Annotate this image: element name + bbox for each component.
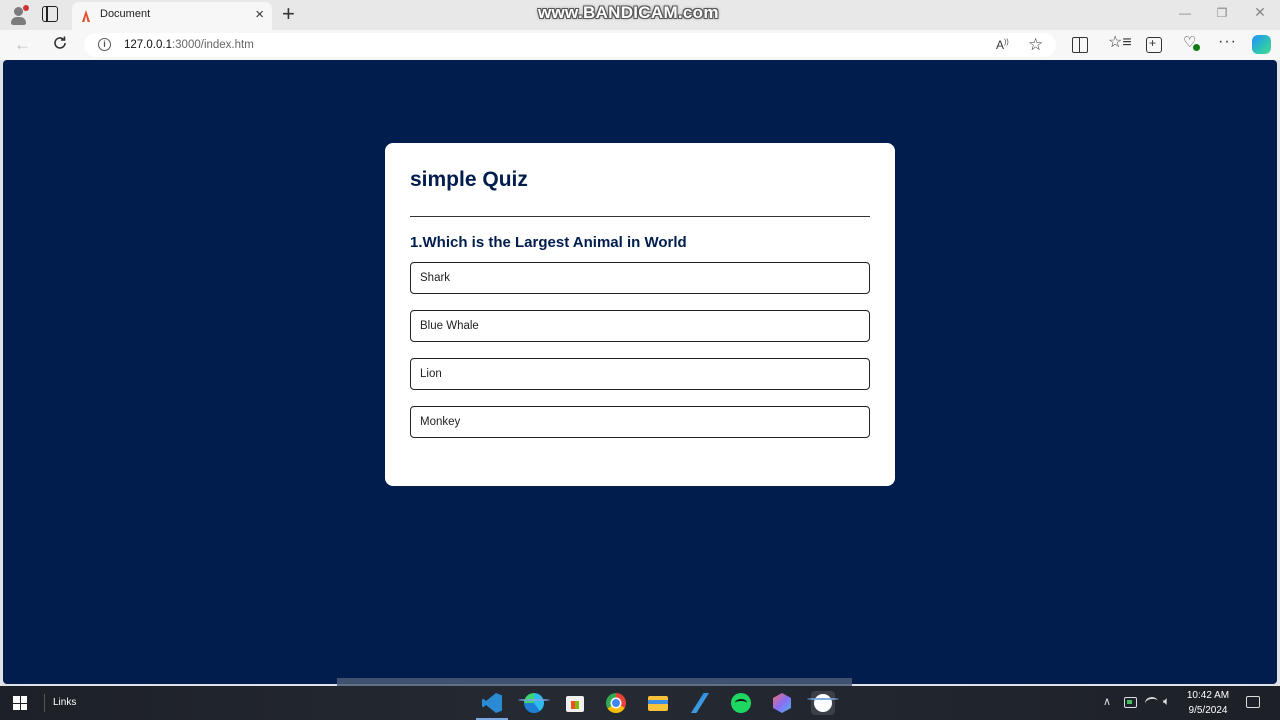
wifi-icon[interactable] [1144,695,1159,710]
site-info-icon[interactable]: i [98,38,111,51]
new-tab-button[interactable]: + [282,1,295,27]
browser-toolbar: ← i 127.0.0.1:3000/index.htm A)) ☆ ☆≡ ♡ … [0,30,1280,60]
answer-button-lion[interactable]: Lion [410,358,870,390]
recording-watermark: www.BANDICAM.com [538,3,719,22]
split-screen-icon[interactable] [1072,37,1088,53]
page-viewport: simple Quiz 1.Which is the Largest Anima… [3,60,1277,684]
html5-favicon-icon [80,10,92,22]
bandicam-icon[interactable] [807,691,839,715]
links-toolbar[interactable]: Links [53,697,76,708]
file-explorer-icon[interactable] [646,691,670,715]
back-icon[interactable]: ← [14,35,31,55]
windows-start-icon[interactable] [13,696,27,710]
question-text: 1.Which is the Largest Animal in World [410,234,687,251]
read-aloud-icon[interactable]: A)) [996,38,1009,52]
pen-app-icon[interactable] [688,691,712,715]
collections-icon[interactable] [1146,36,1162,53]
spotify-icon[interactable] [729,691,753,715]
edge-icon[interactable] [518,691,550,715]
address-bar[interactable]: i 127.0.0.1:3000/index.htm A)) ☆ [84,33,1056,57]
taskbar-thumbnail-preview [337,678,852,686]
browser-essentials-icon[interactable]: ♡ [1183,34,1200,51]
show-hidden-icons-chevron-up-icon[interactable]: ∧ [1103,695,1111,708]
favorites-icon[interactable]: ☆≡ [1108,34,1132,51]
minimize-window-button[interactable]: — [1177,6,1193,20]
copilot-icon[interactable] [1252,35,1271,54]
clock-time[interactable]: 10:42 AM [1180,690,1236,701]
chrome-icon[interactable] [604,691,628,715]
close-window-button[interactable]: ✕ [1252,4,1268,21]
battery-icon[interactable] [1124,697,1137,708]
profile-avatar-icon[interactable] [8,4,30,26]
quiz-title: simple Quiz [410,168,528,191]
microsoft-store-icon[interactable] [563,691,587,715]
notifications-icon[interactable] [1246,696,1260,708]
volume-icon[interactable]: 🔈︎ [1163,694,1179,708]
browser-title-bar: Document × + www.BANDICAM.com — ❐ ✕ [0,0,1280,30]
windows-taskbar: Links ∧ 🔈︎ 10:42 AM 9/5/2024 [0,686,1280,720]
more-options-icon[interactable]: ··· [1218,33,1236,50]
maximize-window-button[interactable]: ❐ [1214,6,1230,20]
quiz-divider [410,216,870,217]
answer-list: Shark Blue Whale Lion Monkey [410,262,870,438]
tab-close-icon[interactable]: × [255,6,264,24]
url-path: :3000/index.htm [171,39,254,51]
tab-actions-icon[interactable] [42,6,58,22]
clock-date[interactable]: 9/5/2024 [1180,705,1236,716]
answer-button-blue-whale[interactable]: Blue Whale [410,310,870,342]
vscode-icon[interactable] [476,691,508,720]
quiz-card: simple Quiz 1.Which is the Largest Anima… [385,143,895,486]
url-text[interactable]: 127.0.0.1:3000/index.htm [124,39,254,51]
reload-icon[interactable] [52,35,68,51]
cube-app-icon[interactable] [770,691,794,715]
answer-button-monkey[interactable]: Monkey [410,406,870,438]
toolbar-separator [44,694,45,712]
favorite-star-icon[interactable]: ☆ [1028,35,1043,55]
url-host: 127.0.0.1 [124,39,172,51]
tab-title: Document [100,8,151,20]
answer-button-shark[interactable]: Shark [410,262,870,294]
tab-document[interactable]: Document × [72,2,272,30]
